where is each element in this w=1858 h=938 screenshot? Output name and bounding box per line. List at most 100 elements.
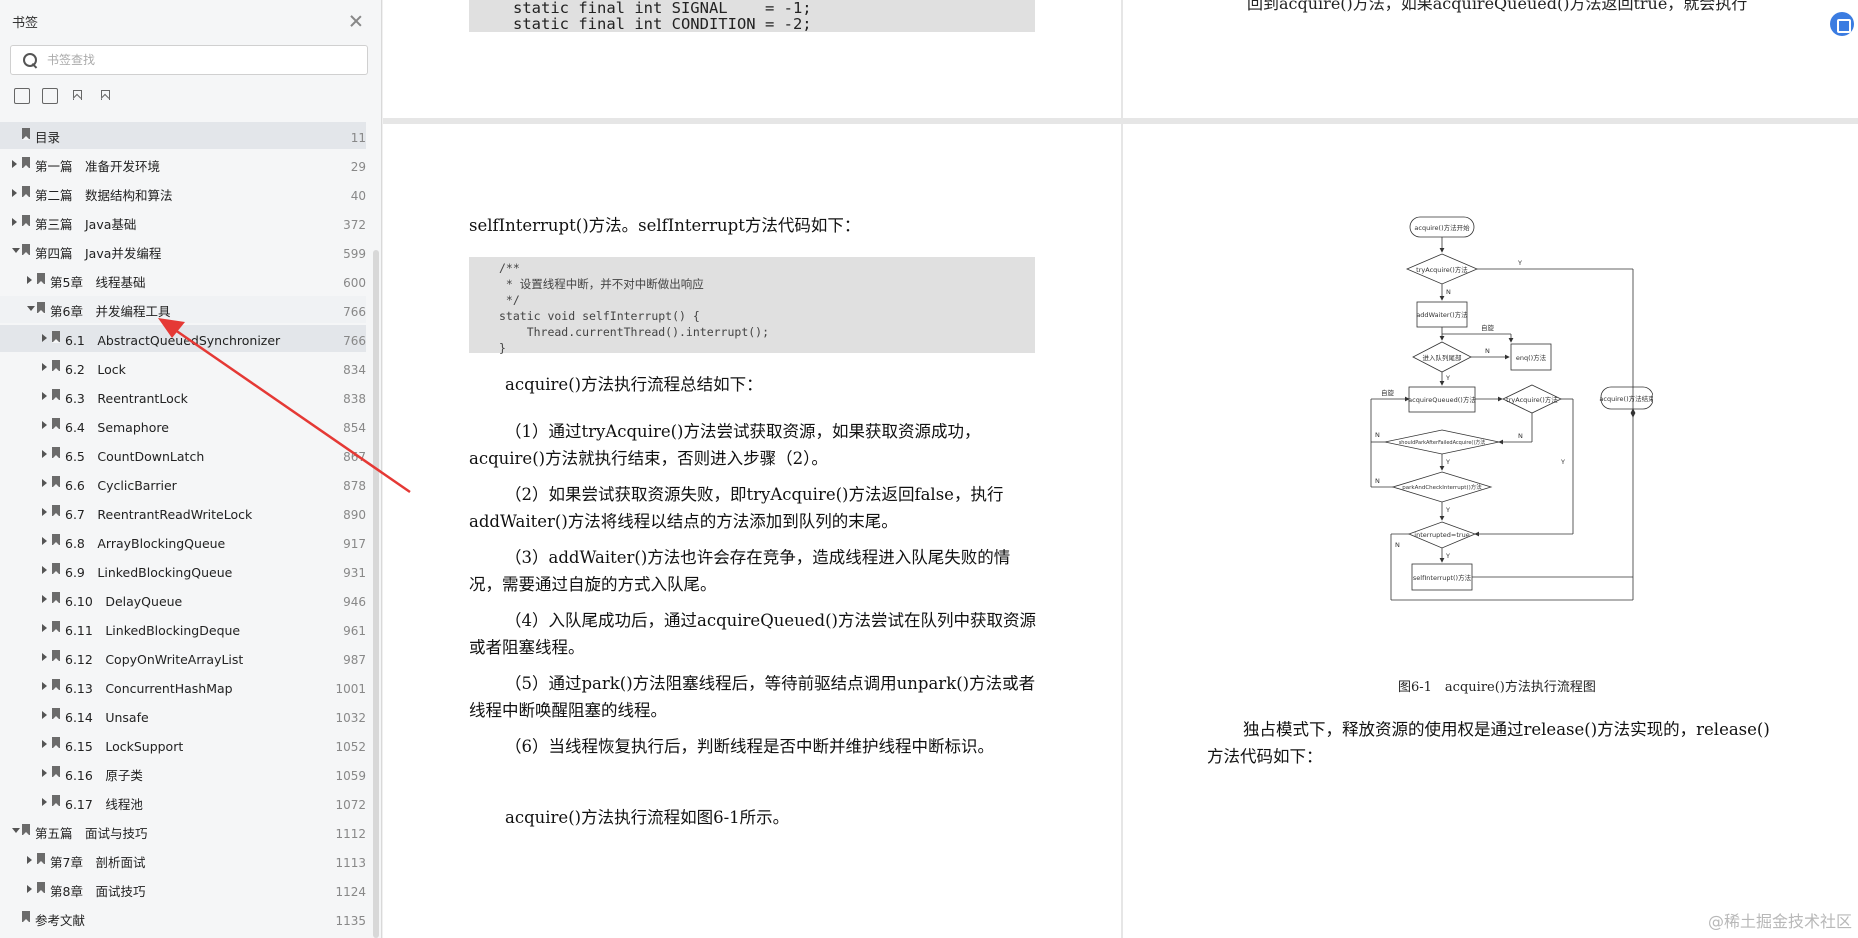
- bookmark-item[interactable]: 第5章 线程基础 600: [0, 267, 366, 294]
- chevron-right-icon[interactable]: [27, 885, 32, 893]
- bookmark-item[interactable]: 第7章 剖析面试 1113: [0, 847, 366, 874]
- bookmark-page-number: 1059: [335, 769, 366, 783]
- chevron-right-icon[interactable]: [42, 653, 47, 661]
- bookmark-item[interactable]: 第6章 并发编程工具 766: [0, 296, 366, 323]
- bookmark-page-number: 1112: [335, 827, 366, 841]
- bookmark-item[interactable]: 第二篇 数据结构和算法 40: [0, 180, 366, 207]
- expand-all-icon[interactable]: [14, 88, 30, 104]
- flow-n-label: N: [1375, 431, 1380, 439]
- bookmark-icon: [22, 824, 30, 836]
- bookmark-item[interactable]: 第五篇 面试与技巧 1112: [0, 818, 366, 845]
- bookmark-item[interactable]: 6.9 LinkedBlockingQueue 931: [0, 557, 366, 584]
- chevron-down-icon[interactable]: [12, 828, 20, 833]
- chevron-right-icon[interactable]: [42, 537, 47, 545]
- bookmark-item[interactable]: 第四篇 Java并发编程 599: [0, 238, 366, 265]
- chevron-right-icon[interactable]: [12, 160, 17, 168]
- bookmark-item[interactable]: 6.16 原子类 1059: [0, 760, 366, 787]
- chevron-right-icon[interactable]: [42, 769, 47, 777]
- sidebar-scrollbar[interactable]: [373, 250, 379, 938]
- bookmark-icon: [52, 592, 60, 604]
- page-text-line: 回到acquire()方法，如果acquireQueued()方法返回true，…: [1247, 0, 1748, 13]
- flow-y-label: Y: [1517, 259, 1522, 267]
- flowchart: acquire()方法开始 tryAcquire()方法 Y N addWait…: [1313, 212, 1655, 682]
- bookmark-icon: [22, 244, 30, 256]
- flow-end-label: acquire()方法结束: [1599, 394, 1653, 403]
- chevron-right-icon[interactable]: [12, 218, 17, 226]
- bookmark-label: 6.16 原子类: [65, 768, 143, 783]
- bookmark-item[interactable]: 第一篇 准备开发环境 29: [0, 151, 366, 178]
- bookmark-item[interactable]: 6.8 ArrayBlockingQueue 917: [0, 528, 366, 555]
- chevron-right-icon[interactable]: [42, 595, 47, 603]
- bookmark-item[interactable]: 6.4 Semaphore 854: [0, 412, 366, 439]
- close-icon[interactable]: [349, 14, 363, 28]
- bookmark-item[interactable]: 6.17 线程池 1072: [0, 789, 366, 816]
- bookmark-item[interactable]: 第8章 面试技巧 1124: [0, 876, 366, 903]
- chevron-right-icon[interactable]: [42, 421, 47, 429]
- flow-selfinterrupt-label: selfInterrupt()方法: [1413, 573, 1472, 582]
- bookmark-page-number: 40: [350, 189, 366, 203]
- bookmark-icon: [52, 534, 60, 546]
- bookmark-page-number: 1124: [335, 885, 366, 899]
- bookmark-page-number: 867: [343, 450, 366, 464]
- chevron-right-icon[interactable]: [42, 798, 47, 806]
- bookmark-label: 6.17 线程池: [65, 797, 143, 812]
- chevron-right-icon[interactable]: [42, 450, 47, 458]
- bookmark-item[interactable]: 目录 11: [0, 122, 366, 149]
- flow-n-label: N: [1485, 347, 1490, 355]
- chevron-right-icon[interactable]: [42, 740, 47, 748]
- chevron-right-icon[interactable]: [42, 392, 47, 400]
- page-right: acquire()方法开始 tryAcquire()方法 Y N addWait…: [1123, 124, 1858, 938]
- bookmark-item[interactable]: 6.12 CopyOnWriteArrayList 987: [0, 644, 366, 671]
- chevron-right-icon[interactable]: [27, 856, 32, 864]
- bookmark-icon: [52, 476, 60, 488]
- bookmark-search-input[interactable]: [47, 50, 347, 70]
- chevron-right-icon[interactable]: [42, 624, 47, 632]
- bookmark-item[interactable]: 第三篇 Java基础 372: [0, 209, 366, 236]
- chevron-right-icon[interactable]: [42, 711, 47, 719]
- closing-text: acquire()方法执行流程如图6-1所示。: [505, 808, 790, 827]
- bookmark-icon: [52, 650, 60, 662]
- chevron-right-icon[interactable]: [12, 189, 17, 197]
- bookmark-item[interactable]: 6.2 Lock 834: [0, 354, 366, 381]
- bookmark-item[interactable]: 6.1 AbstractQueuedSynchronizer 766: [0, 325, 366, 352]
- bookmark-item[interactable]: 6.6 CyclicBarrier 878: [0, 470, 366, 497]
- chevron-right-icon[interactable]: [42, 566, 47, 574]
- chevron-right-icon[interactable]: [27, 276, 32, 284]
- chevron-down-icon[interactable]: [12, 248, 20, 253]
- chevron-right-icon[interactable]: [42, 508, 47, 516]
- bookmark-icon: [52, 563, 60, 575]
- flow-enq-label: enq()方法: [1516, 353, 1547, 362]
- bookmark-item[interactable]: 6.10 DelayQueue 946: [0, 586, 366, 613]
- bookmark-panel-title: 书签: [12, 16, 39, 31]
- bookmark-add-icon[interactable]: [98, 88, 114, 104]
- flow-n-label: N: [1395, 541, 1400, 549]
- bookmark-label: 第7章 剖析面试: [50, 855, 146, 870]
- chevron-right-icon[interactable]: [42, 334, 47, 342]
- bookmark-label: 6.15 LockSupport: [65, 739, 184, 754]
- bookmark-item[interactable]: 6.5 CountDownLatch 867: [0, 441, 366, 468]
- chevron-down-icon[interactable]: [27, 306, 35, 311]
- bookmark-icon: [52, 766, 60, 778]
- bookmark-icon[interactable]: [70, 88, 86, 104]
- bookmark-item[interactable]: 6.15 LockSupport 1052: [0, 731, 366, 758]
- bookmark-page-number: 931: [343, 566, 366, 580]
- bookmark-label: 6.7 ReentrantReadWriteLock: [65, 507, 253, 522]
- bookmark-item[interactable]: 6.13 ConcurrentHashMap 1001: [0, 673, 366, 700]
- bookmark-icon: [52, 418, 60, 430]
- bookmark-label: 6.9 LinkedBlockingQueue: [65, 565, 233, 580]
- chevron-right-icon[interactable]: [42, 363, 47, 371]
- floating-action-button[interactable]: [1830, 12, 1854, 36]
- chevron-right-icon[interactable]: [42, 479, 47, 487]
- bookmark-item[interactable]: 6.11 LinkedBlockingDeque 961: [0, 615, 366, 642]
- chevron-right-icon[interactable]: [42, 682, 47, 690]
- bookmark-label: 6.1 AbstractQueuedSynchronizer: [65, 333, 281, 348]
- bookmark-item[interactable]: 6.14 Unsafe 1032: [0, 702, 366, 729]
- flow-y-label: Y: [1445, 506, 1450, 514]
- bookmark-page-number: 890: [343, 508, 366, 522]
- bookmark-page-number: 946: [343, 595, 366, 609]
- bookmark-item[interactable]: 6.3 ReentrantLock 838: [0, 383, 366, 410]
- bookmark-page-number: 1113: [335, 856, 366, 870]
- bookmark-item[interactable]: 参考文献 1135: [0, 905, 366, 932]
- bookmark-item[interactable]: 6.7 ReentrantReadWriteLock 890: [0, 499, 366, 526]
- collapse-all-icon[interactable]: [42, 88, 58, 104]
